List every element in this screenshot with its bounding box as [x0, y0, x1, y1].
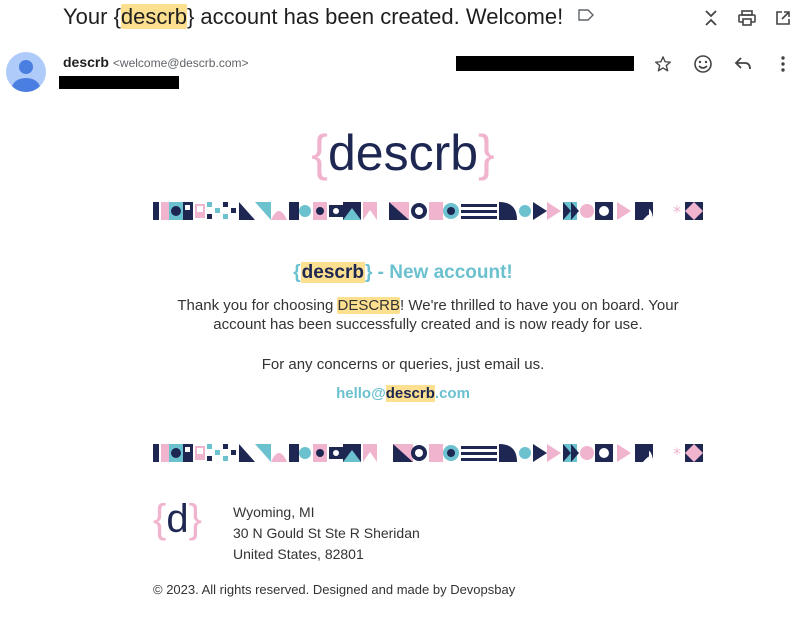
subject-suffix: } account has been created. Welcome!	[186, 4, 564, 29]
welcome-message: Thank you for choosing DESCRB! We're thr…	[160, 296, 696, 334]
open-in-new-window-icon[interactable]	[772, 7, 794, 29]
brand-logo: {descrb}	[0, 124, 806, 182]
message-brand: DESCRB	[337, 297, 400, 314]
sender-info: descrb <welcome@descrb.com>	[63, 54, 249, 70]
reply-icon[interactable]	[731, 52, 755, 76]
footer-brace-open: {	[153, 497, 167, 541]
avatar[interactable]	[6, 52, 46, 92]
sender-name: descrb	[63, 54, 109, 70]
star-icon[interactable]	[651, 52, 675, 76]
headline-brand: descrb	[300, 262, 365, 283]
headline-brace-open: {	[293, 262, 301, 283]
emoji-icon[interactable]	[691, 52, 715, 76]
concern-text: For any concerns or queries, just email …	[261, 356, 545, 373]
address-line-1: Wyoming, MI	[233, 504, 315, 520]
email-domain: .com	[434, 385, 470, 402]
logo-text: descrb	[327, 125, 479, 181]
sender-email: <welcome@descrb.com>	[112, 56, 249, 70]
address-line-3: United States, 82801	[233, 546, 364, 562]
redacted-recipient	[59, 76, 179, 89]
subject-prefix: Your {	[63, 4, 121, 29]
collapse-icon[interactable]	[700, 7, 722, 29]
message-prefix: Thank you for choosing	[177, 297, 338, 314]
footer-logo: {d}	[153, 497, 202, 542]
person-icon	[12, 60, 40, 92]
email-brand: descrb	[385, 385, 435, 402]
redacted-date	[456, 56, 634, 71]
headline-suffix: - New account!	[372, 262, 513, 283]
contact-email-link[interactable]: hello@descrb.com	[0, 385, 806, 402]
sender-row: descrb <welcome@descrb.com>	[0, 44, 806, 100]
email-user: hello@	[336, 385, 386, 402]
copyright-text: © 2023. All rights reserved. Designed an…	[153, 582, 516, 597]
more-vert-icon[interactable]	[771, 52, 795, 76]
address-line-2: 30 N Gould St Ste R Sheridan	[233, 525, 420, 541]
decorative-pattern-top: *	[153, 202, 703, 220]
subject-row: Your {descrb} account has been created. …	[0, 0, 806, 38]
footer-brace-close: }	[188, 497, 202, 541]
label-icon[interactable]	[578, 9, 594, 24]
footer-logo-letter: d	[166, 497, 189, 541]
print-icon[interactable]	[736, 7, 758, 29]
decorative-pattern-bottom: *	[153, 444, 703, 462]
headline: {descrb} - New account!	[0, 262, 806, 284]
svg-text:*: *	[673, 202, 681, 220]
logo-brace-open: {	[311, 125, 328, 181]
logo-brace-close: }	[478, 125, 495, 181]
email-subject: Your {descrb} account has been created. …	[63, 4, 563, 30]
footer-address: Wyoming, MI 30 N Gould St Ste R Sheridan…	[233, 502, 420, 565]
subject-highlight: descrb	[120, 4, 187, 29]
svg-text:*: *	[673, 444, 681, 462]
